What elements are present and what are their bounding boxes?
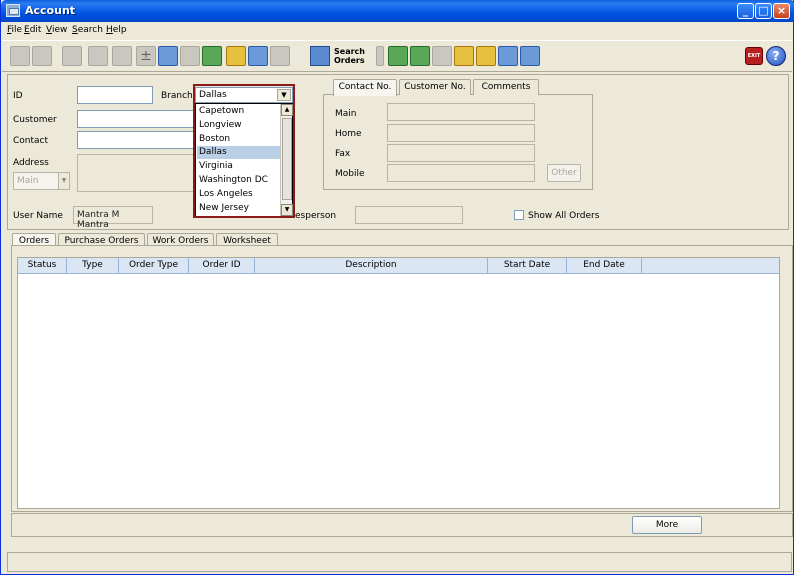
toolbar-notes-icon[interactable] (520, 46, 540, 66)
menu-search[interactable]: Search (72, 25, 103, 35)
menu-file[interactable]: File (7, 25, 22, 35)
toolbar-doc-icon[interactable] (270, 46, 290, 66)
tab-comments[interactable]: Comments (473, 79, 539, 95)
toolbar-plus-minus-icon[interactable]: ± (136, 46, 156, 66)
user-name-value: Mantra M Mantra (77, 210, 120, 230)
toolbar-calc-icon[interactable] (498, 46, 518, 66)
main-phone-field[interactable] (387, 103, 535, 121)
magnifier-icon (310, 46, 330, 66)
app-icon (6, 4, 20, 17)
menu-help[interactable]: Help (106, 25, 127, 35)
search-orders-label-2: Orders (334, 56, 365, 65)
mobile-label: Mobile (335, 169, 365, 179)
orders-table[interactable]: Status Type Order Type Order ID Descript… (17, 257, 780, 509)
search-orders-button[interactable]: Search Orders (310, 45, 372, 67)
branch-option[interactable]: Virginia (197, 160, 280, 173)
main-phone-label: Main (335, 109, 357, 119)
other-button[interactable]: Other (547, 164, 581, 182)
branch-option[interactable]: Boston (197, 133, 280, 146)
toolbar-edit-icon[interactable] (180, 46, 200, 66)
branch-option[interactable]: Dallas (197, 146, 280, 160)
toolbar-find-icon[interactable] (62, 46, 82, 66)
column-start-date[interactable]: Start Date (488, 258, 567, 273)
toolbar-table-icon[interactable] (410, 46, 430, 66)
column-order-type[interactable]: Order Type (119, 258, 189, 273)
menu-edit[interactable]: Edit (24, 25, 41, 35)
toolbar-mail-icon[interactable] (158, 46, 178, 66)
address-type-value: Main (17, 176, 39, 186)
user-name-field: Mantra M Mantra (73, 206, 153, 230)
toolbar-contacts-icon[interactable] (226, 46, 246, 66)
branch-option[interactable]: Los Angeles (197, 188, 280, 201)
toolbar-info-icon[interactable] (454, 46, 474, 66)
status-bar (7, 552, 792, 572)
toolbar-report-icon[interactable] (248, 46, 268, 66)
tab-customer-no[interactable]: Customer No. (399, 79, 471, 95)
toolbar-dropdown-icon[interactable] (376, 46, 384, 66)
help-button[interactable]: ? (766, 46, 786, 66)
toolbar-print-icon[interactable] (432, 46, 452, 66)
toolbar-user-icon[interactable] (10, 46, 30, 66)
toolbar: ± Search Orders EXIT ? (2, 40, 792, 72)
menu-view[interactable]: View (46, 25, 67, 35)
address-type-combo[interactable]: Main (13, 172, 59, 190)
toolbar-people-icon[interactable] (112, 46, 132, 66)
account-window: Account _ □ × File Edit View Search Help… (0, 0, 794, 575)
customer-label: Customer (13, 115, 57, 125)
search-orders-label-1: Search (334, 47, 365, 56)
branch-selected-value: Dallas (199, 90, 227, 100)
column-end-date[interactable]: End Date (567, 258, 642, 273)
chevron-down-icon[interactable]: ▼ (277, 89, 291, 101)
column-type[interactable]: Type (67, 258, 119, 273)
show-all-orders-checkbox[interactable] (514, 210, 524, 220)
toolbar-worker-icon[interactable] (476, 46, 496, 66)
toolbar-chart-icon[interactable] (388, 46, 408, 66)
tab-contact-no[interactable]: Contact No. (333, 79, 397, 96)
id-label: ID (13, 91, 23, 101)
column-order-id[interactable]: Order ID (189, 258, 255, 273)
menu-bar: File Edit View Search Help (2, 22, 792, 40)
dropdown-scrollbar[interactable]: ▲ ▼ (280, 104, 293, 216)
close-button[interactable]: × (773, 3, 790, 19)
window-title: Account (25, 4, 76, 17)
address-label: Address (13, 158, 49, 168)
branch-option[interactable]: New Jersey (197, 202, 280, 215)
salesperson-field[interactable] (355, 206, 463, 224)
address-field[interactable] (77, 154, 195, 192)
column-description[interactable]: Description (255, 258, 488, 273)
home-phone-label: Home (335, 129, 362, 139)
toolbar-save-icon[interactable] (32, 46, 52, 66)
branch-option[interactable]: Washington DC (197, 174, 280, 187)
exit-button[interactable]: EXIT (745, 47, 763, 65)
home-phone-field[interactable] (387, 124, 535, 142)
orders-table-header: Status Type Order Type Order ID Descript… (18, 258, 779, 274)
scroll-thumb[interactable] (282, 118, 292, 200)
branch-dropdown[interactable]: Dallas ▼ (195, 87, 293, 103)
contact-label: Contact (13, 136, 49, 146)
toolbar-refresh-icon[interactable] (88, 46, 108, 66)
branch-option[interactable]: Longview (197, 119, 280, 132)
show-all-orders-label: Show All Orders (528, 211, 600, 221)
branch-label: Branch (161, 91, 193, 101)
fax-field[interactable] (387, 144, 535, 162)
maximize-button[interactable]: □ (755, 3, 772, 19)
minimize-button[interactable]: _ (737, 3, 754, 19)
customer-field[interactable] (77, 110, 195, 128)
title-bar[interactable]: Account _ □ × (1, 0, 794, 22)
scroll-down-icon[interactable]: ▼ (281, 204, 293, 216)
toolbar-pen-icon[interactable] (202, 46, 222, 66)
id-field[interactable] (77, 86, 153, 104)
column-status[interactable]: Status (18, 258, 67, 273)
fax-label: Fax (335, 149, 351, 159)
scroll-up-icon[interactable]: ▲ (281, 104, 293, 116)
more-button[interactable]: More (632, 516, 702, 534)
mobile-field[interactable] (387, 164, 535, 182)
branch-option[interactable]: Capetown (197, 105, 280, 118)
salesperson-label: esperson (295, 211, 337, 221)
branch-dropdown-list[interactable]: ▲ ▼ Capetown Longview Boston Dallas Virginia… (195, 103, 293, 217)
address-type-chevron-down-icon[interactable]: ▼ (58, 172, 70, 190)
user-name-label: User Name (13, 211, 63, 221)
contact-field[interactable] (77, 131, 195, 149)
